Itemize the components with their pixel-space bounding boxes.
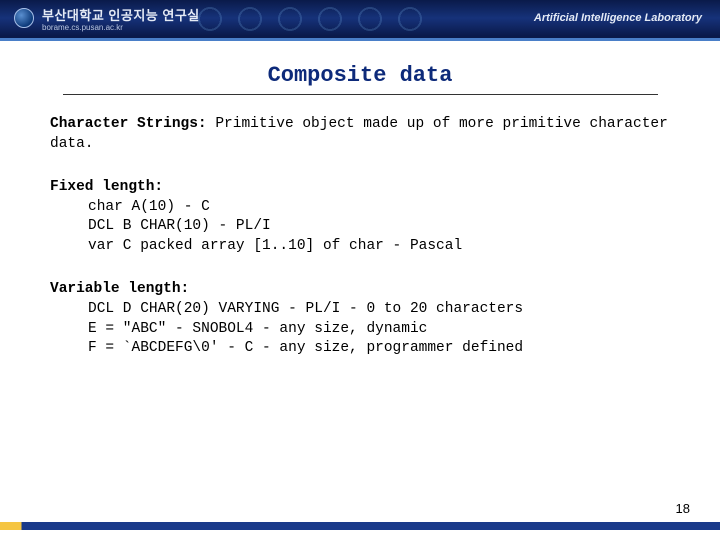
university-logo-icon [14,8,34,28]
fixed-line-3: var C packed array [1..10] of char - Pas… [50,237,670,257]
org-url: borame.cs.pusan.ac.kr [42,23,200,32]
variable-heading: Variable length: [50,280,670,300]
slide-title: Composite data [0,41,720,94]
page-number: 18 [676,501,690,516]
fixed-length-block: Fixed length: char A(10) - C DCL B CHAR(… [50,178,670,256]
title-underline [63,94,658,95]
intro-label: Character Strings: [50,116,207,132]
variable-line-1: DCL D CHAR(20) VARYING - PL/I - 0 to 20 … [50,300,670,320]
variable-length-block: Variable length: DCL D CHAR(20) VARYING … [50,280,670,358]
intro-block: Character Strings: Primitive object made… [50,115,670,154]
header-pattern [190,0,450,38]
logo-block: 부산대학교 인공지능 연구실 borame.cs.pusan.ac.kr [0,5,200,32]
fixed-line-1: char A(10) - C [50,198,670,218]
header-bar: 부산대학교 인공지능 연구실 borame.cs.pusan.ac.kr Art… [0,0,720,38]
variable-line-3: F = `ABCDEFG\0' - C - any size, programm… [50,339,670,359]
fixed-heading: Fixed length: [50,178,670,198]
header-right-label: Artificial Intelligence Laboratory [534,12,702,24]
org-name: 부산대학교 인공지능 연구실 [42,5,200,24]
slide-content: Character Strings: Primitive object made… [0,115,720,359]
footer-bar [0,522,720,530]
fixed-line-2: DCL B CHAR(10) - PL/I [50,217,670,237]
variable-line-2: E = "ABC" - SNOBOL4 - any size, dynamic [50,320,670,340]
